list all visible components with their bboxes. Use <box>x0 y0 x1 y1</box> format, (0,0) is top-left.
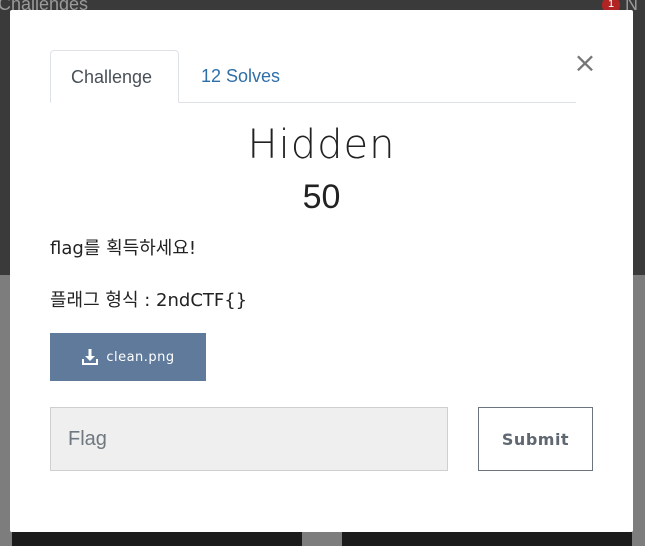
file-download-button[interactable]: clean.png <box>50 333 206 381</box>
close-icon[interactable]: × <box>573 49 596 77</box>
modal-tabs: Challenge 12 Solves <box>50 50 576 103</box>
challenge-points: 50 <box>302 178 341 216</box>
tab-solves[interactable]: 12 Solves <box>181 50 300 102</box>
submit-button[interactable]: Submit <box>478 407 593 471</box>
tab-challenge[interactable]: Challenge <box>50 50 179 103</box>
flag-input[interactable] <box>50 407 448 471</box>
challenge-name: Hidden <box>247 122 396 168</box>
challenge-description-line: flag를 획득하세요! <box>50 238 197 259</box>
download-icon <box>82 349 99 365</box>
challenge-description-line: 플래그 형식 : 2ndCTF{} <box>50 290 248 311</box>
file-name-label: clean.png <box>106 349 175 365</box>
challenge-modal: × Challenge 12 Solves Hidden 50 flag를 획득… <box>10 10 633 532</box>
